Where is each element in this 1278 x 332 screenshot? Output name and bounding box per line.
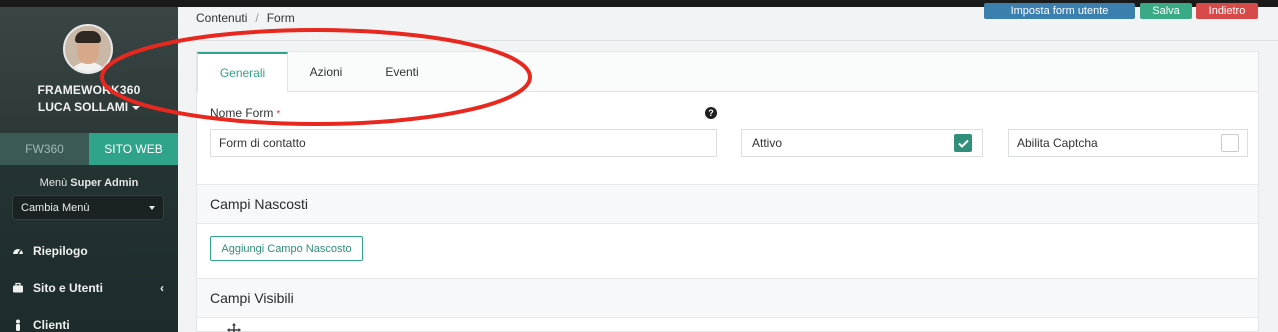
chevron-left-icon: ‹ (160, 281, 164, 295)
menu-title-prefix: Menù (39, 177, 68, 189)
required-mark: * (276, 109, 281, 120)
nome-form-label: Nome Form * (210, 106, 280, 120)
profile-user-menu[interactable]: LUCA SOLLAMI (0, 100, 178, 114)
menu-title-role: Super Admin (70, 177, 139, 189)
drag-handle-icon[interactable] (227, 323, 241, 332)
user-icon (12, 319, 24, 331)
captcha-field: Abilita Captcha (1008, 129, 1248, 157)
captcha-label: Abilita Captcha (1017, 136, 1098, 150)
tab-generali[interactable]: Generali (197, 52, 288, 93)
avatar-hair (75, 31, 101, 43)
section-campi-nascosti: Campi Nascosti (197, 184, 1258, 224)
nome-form-input[interactable]: Form di contatto (210, 129, 717, 157)
profile-panel: FRAMEWORK360 LUCA SOLLAMI (0, 7, 178, 133)
menu-select-value: Cambia Menù (21, 201, 90, 214)
sidebar-item-riepilogo[interactable]: Riepilogo (0, 239, 178, 263)
attivo-checkbox[interactable] (954, 134, 972, 152)
menu-select[interactable]: Cambia Menù (12, 195, 164, 220)
sidebar-item-sito-utenti[interactable]: Sito e Utenti ‹ (0, 276, 178, 300)
menu-title: Menù Super Admin (0, 177, 178, 189)
help-icon[interactable]: ? (705, 107, 717, 119)
tab-azioni[interactable]: Azioni (295, 52, 357, 92)
breadcrumb-contenuti[interactable]: Contenuti (196, 11, 247, 25)
imposta-form-utente-button[interactable]: Imposta form utente (984, 3, 1135, 19)
switch-sito-web[interactable]: SITO WEB (89, 133, 178, 165)
briefcase-icon (12, 282, 24, 294)
sidebar-item-label: Clienti (33, 318, 70, 332)
dashboard-icon (12, 245, 24, 257)
profile-user-name: LUCA SOLLAMI (37, 100, 129, 114)
captcha-checkbox[interactable] (1221, 134, 1239, 152)
attivo-label: Attivo (752, 136, 783, 150)
breadcrumb-form: Form (266, 11, 295, 25)
sidebar-item-clienti[interactable]: Clienti (0, 313, 178, 332)
tab-eventi[interactable]: Eventi (367, 52, 437, 92)
add-hidden-field-button[interactable]: Aggiungi Campo Nascosto (210, 236, 363, 261)
header-divider (178, 40, 1278, 41)
save-button[interactable]: Salva (1140, 3, 1192, 19)
switch-fw360[interactable]: FW360 (0, 133, 89, 165)
back-button[interactable]: Indietro (1196, 3, 1258, 19)
nome-form-label-text: Nome Form (210, 106, 274, 120)
site-switcher: FW360 SITO WEB (0, 133, 178, 165)
sidebar-item-label: Riepilogo (33, 244, 88, 258)
select-arrow-icon (149, 205, 155, 210)
attivo-field: Attivo (741, 129, 983, 157)
section-campi-visibili: Campi Visibili (197, 278, 1258, 318)
breadcrumb: Contenuti / Form (196, 11, 295, 25)
tab-bar: Generali Azioni Eventi (197, 52, 1258, 93)
sidebar-item-label: Sito e Utenti (33, 281, 104, 295)
form-card: Generali Azioni Eventi Nome Form * ? Form… (196, 51, 1259, 332)
check-icon (957, 139, 969, 148)
main-content: Contenuti / Form Imposta form utente Salva… (178, 3, 1278, 332)
sidebar: FRAMEWORK360 LUCA SOLLAMI FW360 SITO WEB… (0, 7, 178, 332)
profile-org-name: FRAMEWORK360 (37, 83, 141, 97)
caret-down-icon (132, 105, 141, 110)
avatar[interactable] (63, 24, 113, 74)
breadcrumb-separator: / (255, 11, 259, 25)
